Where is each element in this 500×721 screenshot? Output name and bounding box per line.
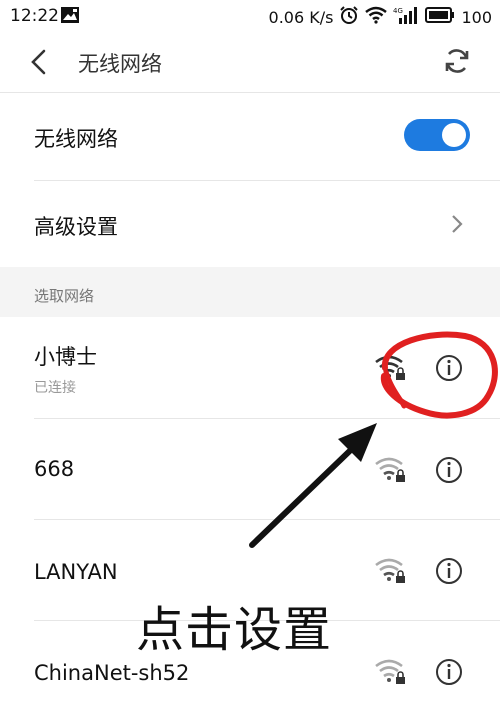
section-label: 选取网络 bbox=[34, 287, 95, 305]
wifi-toggle-label: 无线网络 bbox=[34, 127, 118, 151]
image-notification-icon bbox=[60, 6, 80, 29]
network-info-icon[interactable] bbox=[434, 556, 464, 590]
network-type-text: 4G bbox=[393, 7, 403, 15]
back-icon[interactable] bbox=[28, 48, 50, 80]
network-info-icon[interactable] bbox=[434, 455, 464, 489]
wifi-lock-icon bbox=[374, 556, 408, 588]
signal-icon: 4G bbox=[393, 6, 419, 29]
wifi-lock-icon bbox=[374, 657, 408, 689]
network-info-icon[interactable] bbox=[434, 657, 464, 691]
battery-icon bbox=[425, 7, 455, 28]
advanced-settings-label: 高级设置 bbox=[34, 215, 118, 239]
annotation-red-circle bbox=[380, 331, 498, 419]
network-ssid: LANYAN bbox=[34, 560, 118, 584]
network-ssid: 668 bbox=[34, 457, 75, 481]
status-right-group: 0.06 K/s 4G 100 bbox=[269, 5, 492, 30]
annotation-instruction: 点击设置 bbox=[136, 602, 333, 658]
wifi-toggle-row[interactable]: 无线网络 bbox=[0, 93, 500, 179]
refresh-icon[interactable] bbox=[442, 46, 472, 80]
network-status: 已连接 bbox=[34, 380, 76, 396]
title-bar: 无线网络 bbox=[0, 32, 500, 92]
network-speed: 0.06 K/s bbox=[268, 8, 334, 27]
alarm-icon bbox=[339, 5, 359, 30]
status-bar: 12:22 0.06 K/s 4G 100 bbox=[0, 0, 500, 32]
page-title: 无线网络 bbox=[78, 52, 162, 76]
battery-level: 100 bbox=[461, 8, 492, 27]
advanced-settings-row[interactable]: 高级设置 bbox=[0, 181, 500, 267]
wifi-status-icon bbox=[365, 6, 388, 29]
network-ssid: 小博士 bbox=[34, 345, 97, 369]
chevron-right-icon bbox=[450, 213, 464, 239]
network-ssid: ChinaNet-sh52 bbox=[34, 661, 190, 685]
select-network-section: 选取网络 bbox=[0, 267, 500, 317]
status-time: 12:22 bbox=[10, 6, 59, 26]
annotation-arrow bbox=[249, 423, 377, 548]
wifi-toggle-switch[interactable] bbox=[404, 119, 470, 151]
toggle-knob bbox=[442, 123, 466, 147]
